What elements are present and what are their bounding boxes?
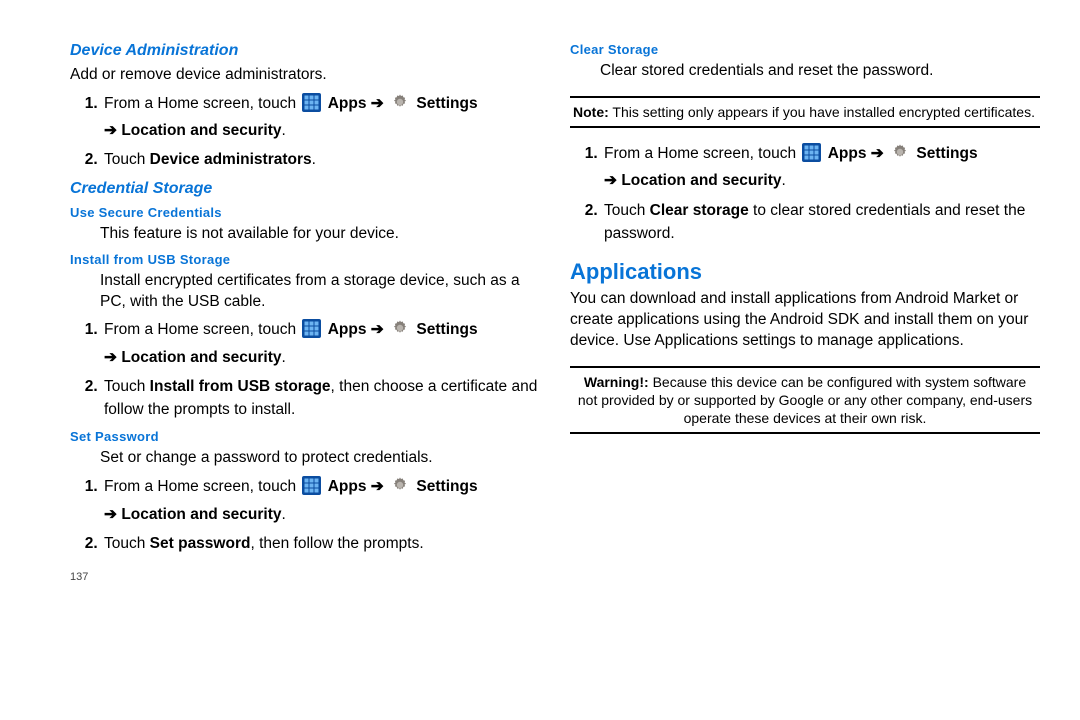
clear-intro: Clear stored credentials and reset the p… <box>600 61 1040 82</box>
left-column: Device Administration Add or remove devi… <box>70 42 540 583</box>
manual-page: Device Administration Add or remove devi… <box>0 0 1080 603</box>
right-column: Clear Storage Clear stored credentials a… <box>570 42 1040 583</box>
subheading-set-password: Set Password <box>70 429 540 444</box>
apps-icon <box>302 93 321 119</box>
apps-icon <box>302 476 321 502</box>
page-number: 137 <box>70 571 540 583</box>
note-box: Note: This setting only appears if you h… <box>570 96 1040 128</box>
use-secure-body: This feature is not available for your d… <box>100 224 540 245</box>
clear-step1: From a Home screen, touch Apps ➔ Setting… <box>602 142 1040 193</box>
apps-icon <box>302 319 321 345</box>
heading-applications: Applications <box>570 259 1040 285</box>
install-step2: Touch Install from USB storage, then cho… <box>102 375 540 422</box>
clear-step2: Touch Clear storage to clear stored cred… <box>602 199 1040 246</box>
gear-icon <box>390 318 410 345</box>
gear-icon <box>390 475 410 502</box>
gear-icon <box>890 142 910 169</box>
warning-box: Warning!: Because this device can be con… <box>570 366 1040 435</box>
install-step1: From a Home screen, touch Apps ➔ Setting… <box>102 318 540 369</box>
gear-icon <box>390 92 410 119</box>
subheading-clear-storage: Clear Storage <box>570 42 1040 57</box>
heading-device-administration: Device Administration <box>70 42 540 60</box>
heading-credential-storage: Credential Storage <box>70 180 540 198</box>
device-admin-intro: Add or remove device administrators. <box>70 65 540 86</box>
setpw-step1: From a Home screen, touch Apps ➔ Setting… <box>102 475 540 526</box>
setpw-step2: Touch Set password, then follow the prom… <box>102 532 540 555</box>
device-admin-step2: Touch Device administrators. <box>102 148 540 171</box>
install-usb-body: Install encrypted certificates from a st… <box>100 271 540 313</box>
subheading-use-secure-credentials: Use Secure Credentials <box>70 205 540 220</box>
setpw-body: Set or change a password to protect cred… <box>100 448 540 469</box>
applications-body: You can download and install application… <box>570 289 1040 352</box>
subheading-install-usb: Install from USB Storage <box>70 252 540 267</box>
apps-icon <box>802 143 821 169</box>
device-admin-step1: From a Home screen, touch Apps ➔ Setting… <box>102 92 540 143</box>
